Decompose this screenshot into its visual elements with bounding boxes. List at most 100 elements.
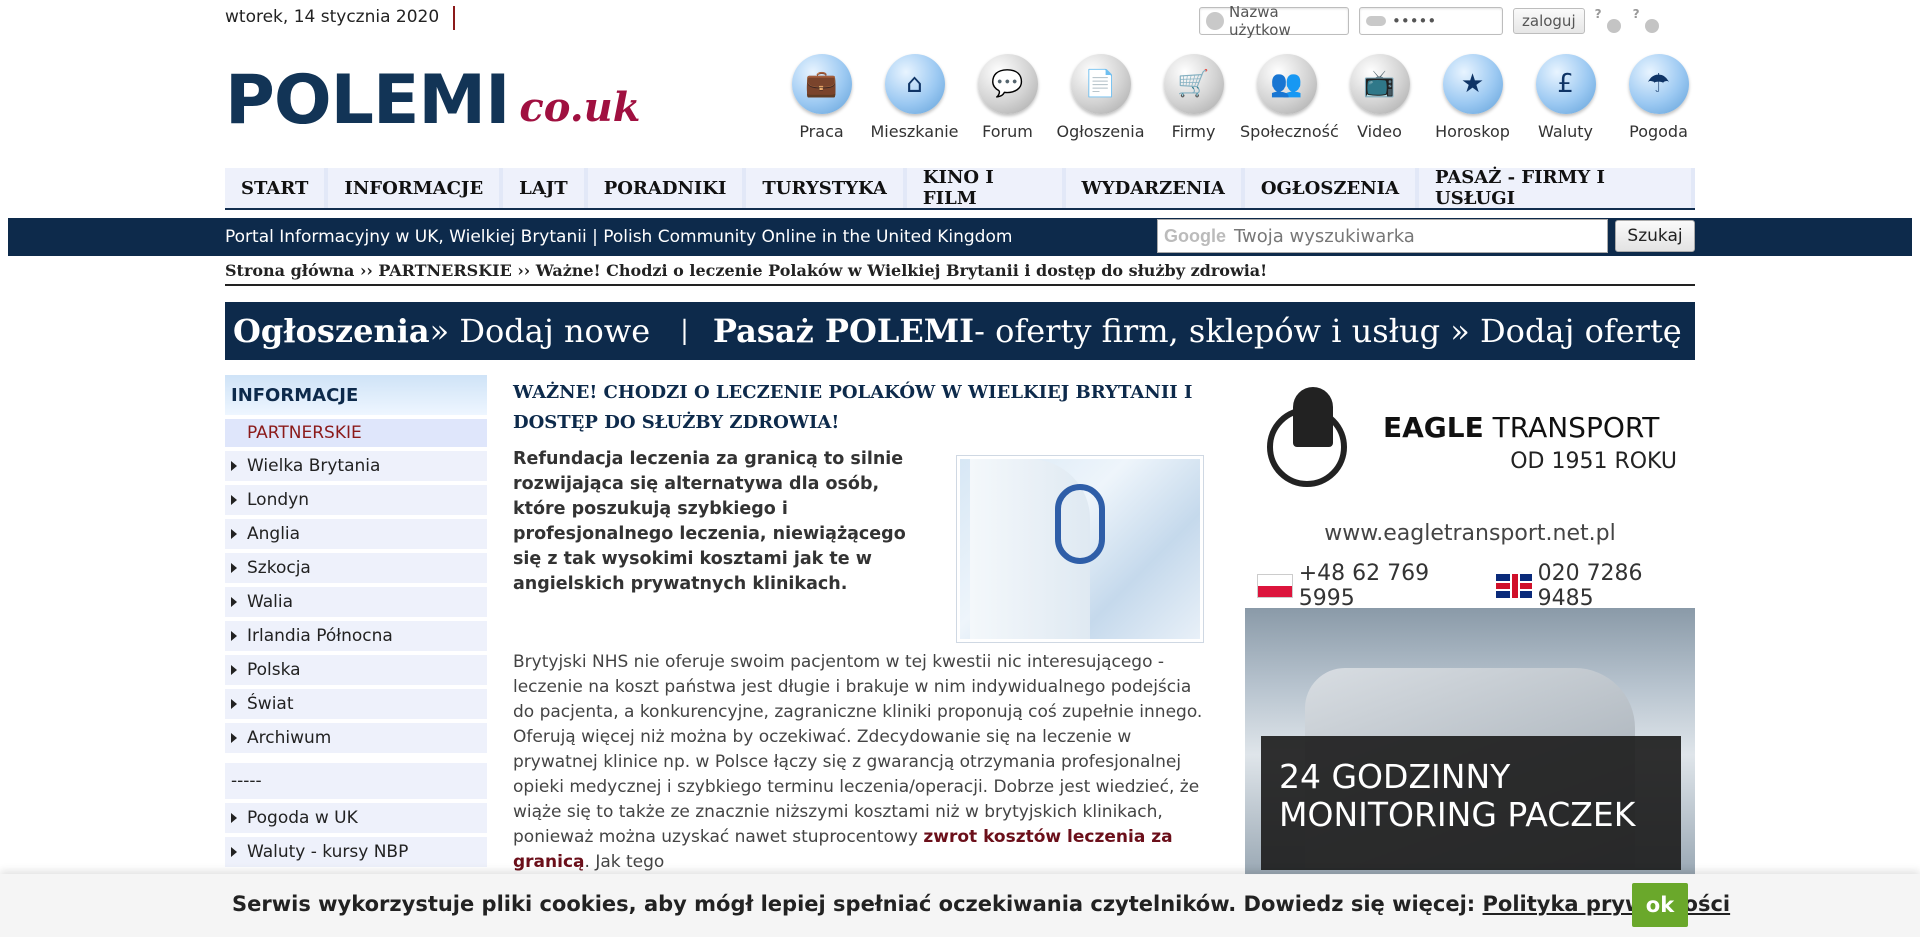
current-date: wtorek, 14 stycznia 2020 [225, 6, 456, 30]
sidebar-item[interactable]: Waluty - kursy NBP [225, 837, 487, 867]
login-bar: Nazwa użytkow ••••• zaloguj ? ? [1199, 3, 1661, 39]
sidebar-item[interactable]: Wielka Brytania [225, 451, 487, 481]
sidebar-item-label: Pogoda w UK [247, 808, 358, 828]
arrow-right-icon [231, 563, 237, 573]
eagle-transport-ad[interactable]: EAGLE TRANSPORT OD 1951 ROKU www.eagletr… [1245, 375, 1695, 875]
password-field[interactable]: ••••• [1359, 7, 1503, 35]
icon-navigation: 💼 Praca ⌂ Mieszkanie 💬 Forum 📄 Ogłoszenia 🛒 Firmy… [775, 54, 1705, 141]
promo-pasaz-link[interactable]: Pasaż POLEMI [713, 312, 974, 350]
menu-item[interactable]: PORADNIKI [587, 168, 743, 208]
nav-label: Praca [799, 122, 844, 141]
sidebar-item[interactable]: Szkocja [225, 553, 487, 583]
article-photo [956, 455, 1204, 643]
poland-flag-icon [1257, 574, 1293, 598]
sidebar-item-label: Anglia [247, 524, 301, 544]
speech-bubble-icon: 💬 [977, 54, 1038, 114]
sidebar-item[interactable]: Polska [225, 655, 487, 685]
article-body: Brytyjski NHS nie oferuje swoim pacjento… [513, 650, 1203, 875]
nav-label: Mieszkanie [870, 122, 959, 141]
article-body-tail: . Jak tego [584, 852, 665, 872]
arrow-right-icon [231, 665, 237, 675]
sidebar-item[interactable]: Walia [225, 587, 487, 617]
arrow-right-icon [231, 495, 237, 505]
site-logo[interactable]: POLEMI co.uk [225, 62, 641, 135]
sidebar-item-label: Walia [247, 592, 294, 612]
article-body-text: Brytyjski NHS nie oferuje swoim pacjento… [513, 652, 1203, 847]
menu-item[interactable]: INFORMACJE [328, 168, 500, 208]
sidebar-item-label: Archiwum [247, 728, 332, 748]
arrow-right-icon [231, 699, 237, 709]
arrow-right-icon [231, 733, 237, 743]
menu-item[interactable]: LAJT [503, 168, 584, 208]
nav-ogłoszenia[interactable]: 📄 Ogłoszenia [1054, 54, 1147, 141]
ad-van-photo: 24 GODZINNY MONITORING PACZEK [1245, 608, 1695, 875]
ad-brand: EAGLE TRANSPORT [1383, 411, 1660, 444]
nav-video[interactable]: 📺 Video [1333, 54, 1426, 141]
privacy-policy-link[interactable]: Polityka prywatności [1483, 892, 1731, 916]
ad-phones: +48 62 769 5995 020 7286 9485 [1257, 561, 1695, 611]
ad-url: www.eagletransport.net.pl [1324, 521, 1616, 546]
promo-banner: Ogłoszenia » Dodaj nowe | Pasaż POLEMI -… [225, 302, 1695, 360]
register-help-icon[interactable]: ? [1633, 7, 1661, 35]
sidebar-item[interactable]: Londyn [225, 485, 487, 515]
sidebar-item[interactable]: Świat [225, 689, 487, 719]
sidebar-item-label: Polska [247, 660, 301, 680]
nav-label: Ogłoszenia [1056, 122, 1145, 141]
sidebar-item-label: Irlandia Północna [247, 626, 393, 646]
menu-item[interactable]: START [225, 168, 325, 208]
password-help-icon[interactable]: ? [1595, 7, 1623, 35]
nav-firmy[interactable]: 🛒 Firmy [1147, 54, 1240, 141]
logo-tld: co.uk [519, 84, 641, 131]
sidebar-item[interactable]: Anglia [225, 519, 487, 549]
login-button[interactable]: zaloguj [1513, 8, 1585, 34]
portal-tagline: Portal Informacyjny w UK, Wielkiej Bryta… [225, 227, 1013, 247]
arrow-right-icon [231, 597, 237, 607]
nav-waluty[interactable]: £ Waluty [1519, 54, 1612, 141]
sidebar-item[interactable]: Archiwum [225, 723, 487, 753]
nav-praca[interactable]: 💼 Praca [775, 54, 868, 141]
promo-ads-add[interactable]: » Dodaj nowe [430, 312, 651, 350]
search-button[interactable]: Szukaj [1615, 220, 1695, 252]
nav-pogoda[interactable]: ☂ Pogoda [1612, 54, 1705, 141]
nav-horoskop[interactable]: ★ Horoskop [1426, 54, 1519, 141]
search-input[interactable]: Google Twoja wyszukiwarka [1157, 219, 1608, 253]
umbrella-icon: ☂ [1628, 54, 1689, 114]
sidebar-item-label: Waluty - kursy NBP [247, 842, 409, 862]
main-menu: START INFORMACJE LAJT PORADNIKI TURYSTYKA KIN… [225, 167, 1695, 210]
nav-label: Forum [982, 122, 1033, 141]
sidebar-heading[interactable]: INFORMACJE [225, 375, 487, 415]
promo-pasaz-add[interactable]: - oferty firm, sklepów i usług » Dodaj o… [974, 312, 1682, 350]
menu-item[interactable]: OGŁOSZENIA [1244, 168, 1416, 208]
username-field[interactable]: Nazwa użytkow [1199, 3, 1349, 39]
sidebar-item[interactable]: Pogoda w UK [225, 803, 487, 833]
promo-ads-link[interactable]: Ogłoszenia [233, 312, 430, 350]
sidebar-item-current[interactable]: PARTNERSKIE [225, 419, 487, 447]
nav-label: Firmy [1171, 122, 1216, 141]
cookie-bar: Serwis wykorzystuje pliki cookies, aby m… [0, 874, 1920, 937]
breadcrumb[interactable]: Strona główna ›› PARTNERSKIE ›› Ważne! C… [225, 260, 1695, 286]
menu-item[interactable]: WYDARZENIA [1065, 168, 1241, 208]
username-placeholder: Nazwa użytkow [1229, 3, 1291, 39]
nav-społeczność[interactable]: 👥 Społeczność [1240, 54, 1339, 141]
uk-flag-icon [1495, 574, 1532, 598]
arrow-right-icon [231, 631, 237, 641]
menu-item[interactable]: PASAŻ - FIRMY I USŁUGI [1419, 167, 1691, 209]
cookie-ok-button[interactable]: ok [1632, 883, 1688, 927]
nav-label: Waluty [1538, 122, 1593, 141]
ad-phone-uk: 020 7286 9485 [1537, 561, 1643, 611]
nav-label: Video [1357, 122, 1402, 141]
help-mark: ? [1594, 7, 1602, 21]
sidebar-divider: ----- [225, 763, 487, 799]
cookie-message: Serwis wykorzystuje pliki cookies, aby m… [232, 892, 1730, 916]
menu-item[interactable]: TURYSTYKA [746, 168, 903, 208]
sidebar-item-label: Londyn [247, 490, 309, 510]
article-title: WAŻNE! CHODZI O LECZENIE POLAKÓW W WIELK… [513, 382, 1193, 433]
briefcase-icon: 💼 [791, 54, 852, 114]
star-icon: ★ [1442, 54, 1503, 114]
nav-mieszkanie[interactable]: ⌂ Mieszkanie [868, 54, 961, 141]
ad-monitoring-line2: MONITORING PACZEK [1279, 795, 1636, 834]
nav-forum[interactable]: 💬 Forum [961, 54, 1054, 141]
sidebar-item[interactable]: Irlandia Północna [225, 621, 487, 651]
menu-item[interactable]: KINO I FILM [906, 167, 1062, 209]
sidebar: INFORMACJE PARTNERSKIE Wielka Brytania Lo… [225, 375, 487, 867]
